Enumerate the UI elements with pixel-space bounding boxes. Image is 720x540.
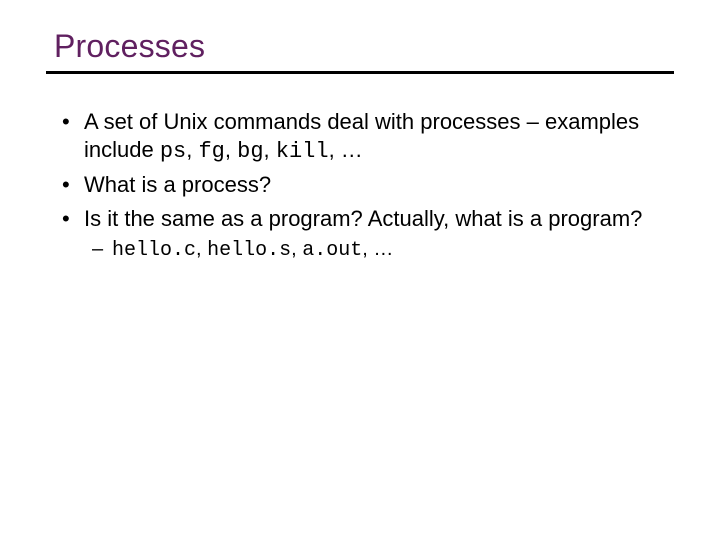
sep: , <box>264 137 276 162</box>
code-a-out: a.out <box>302 239 362 262</box>
code-hello-c: hello.c <box>112 239 196 262</box>
bullet-text: What is a process? <box>84 172 271 197</box>
bullet-list: A set of Unix commands deal with process… <box>46 108 674 264</box>
bullet-item: Is it the same as a program? Actually, w… <box>56 205 664 265</box>
title-underline <box>46 71 674 74</box>
sub-bullet-item: hello.c, hello.s, a.out, … <box>84 236 664 264</box>
code-fg: fg <box>198 139 224 164</box>
bullet-item: A set of Unix commands deal with process… <box>56 108 664 165</box>
code-bg: bg <box>237 139 263 164</box>
slide-title: Processes <box>54 28 674 65</box>
code-ps: ps <box>160 139 186 164</box>
sub-bullet-tail: , … <box>362 238 393 260</box>
code-hello-s: hello.s <box>207 239 291 262</box>
sep: , <box>196 238 207 260</box>
slide: Processes A set of Unix commands deal wi… <box>0 0 720 540</box>
bullet-text-tail: , … <box>329 137 363 162</box>
code-kill: kill <box>276 139 329 164</box>
sub-bullet-list: hello.c, hello.s, a.out, … <box>84 236 664 264</box>
bullet-item: What is a process? <box>56 171 664 199</box>
sep: , <box>291 238 302 260</box>
sep: , <box>225 137 237 162</box>
sep: , <box>186 137 198 162</box>
bullet-text: Is it the same as a program? Actually, w… <box>84 206 642 231</box>
